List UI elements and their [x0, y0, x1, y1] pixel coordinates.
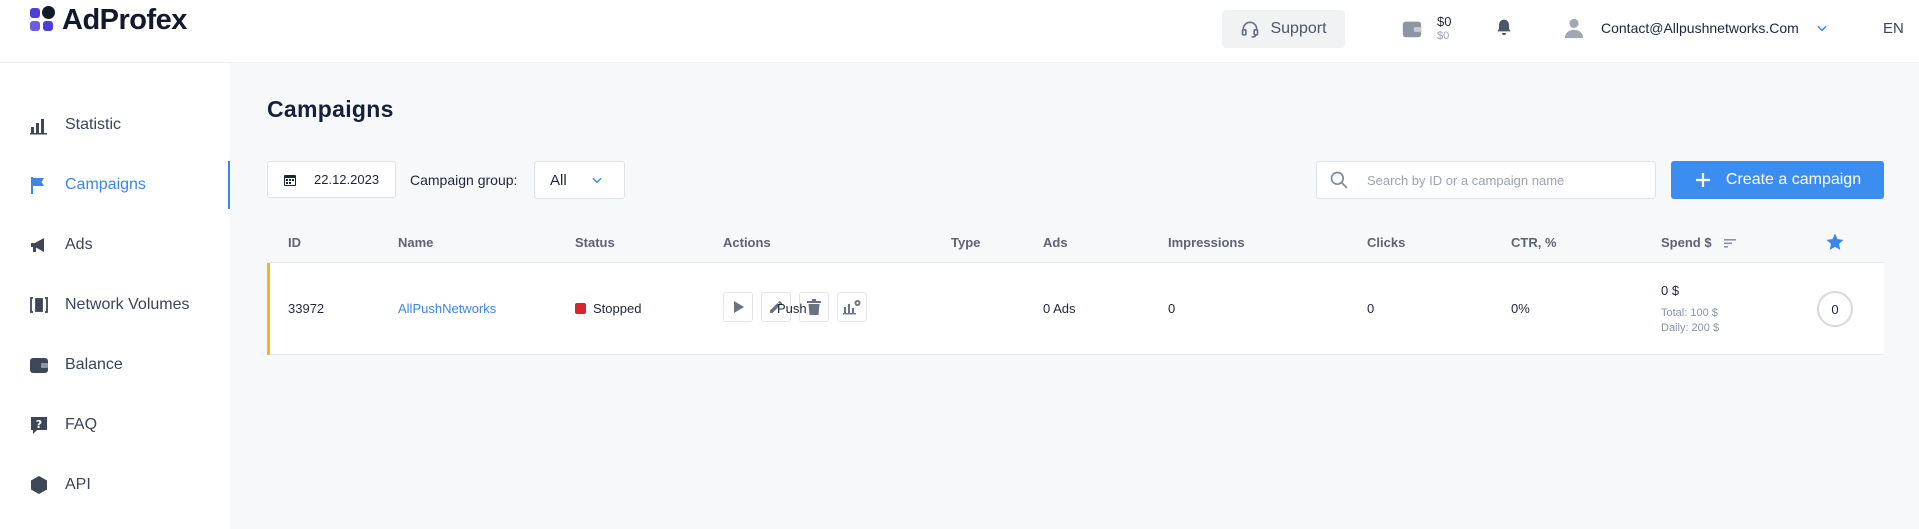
user-avatar-icon: [1564, 18, 1584, 39]
column-header-ctr[interactable]: CTR, %: [1511, 235, 1557, 250]
create-campaign-label: Create a campaign: [1725, 171, 1862, 188]
cell-ctr: 0%: [1511, 301, 1530, 316]
column-header-status[interactable]: Status: [575, 235, 615, 250]
date-picker[interactable]: 22.12.2023: [267, 161, 396, 198]
question-icon: ?: [29, 415, 49, 435]
sort-icon: [1723, 238, 1736, 248]
page-title: Campaigns: [267, 96, 394, 122]
cell-campaign-name-link[interactable]: AllPushNetworks: [398, 301, 496, 316]
cell-spend-daily: Daily: 200 $: [1661, 322, 1720, 334]
flag-icon: [29, 175, 49, 195]
campaign-group-label: Campaign group:: [410, 172, 518, 188]
wallet-icon: [1402, 21, 1422, 38]
plus-icon: [1695, 173, 1710, 187]
sidebar-item-label: Balance: [65, 356, 123, 373]
sidebar-item-statistic[interactable]: Statistic: [0, 101, 230, 149]
cell-status: Stopped: [575, 301, 641, 316]
chart-settings-icon: [843, 300, 861, 315]
logo[interactable]: AdProfex: [30, 5, 187, 35]
logo-text: AdProfex: [62, 4, 187, 36]
cell-impressions: 0: [1168, 301, 1176, 316]
cell-clicks: 0: [1367, 301, 1375, 316]
campaign-group-select[interactable]: All: [534, 161, 625, 199]
trash-icon: [807, 299, 821, 315]
balance-amount: $0: [1437, 14, 1452, 29]
search-input[interactable]: [1365, 171, 1635, 189]
cell-spend: 0 $: [1661, 283, 1680, 298]
play-icon: [734, 301, 744, 313]
megaphone-icon: [29, 235, 49, 255]
user-email: Contact@Allpushnetworks.Com: [1601, 20, 1799, 36]
column-header-impressions[interactable]: Impressions: [1168, 235, 1245, 250]
column-header-ads[interactable]: Ads: [1043, 235, 1068, 250]
logo-mark-icon: [30, 6, 58, 34]
status-stopped-indicator: [575, 303, 586, 314]
balance-sub-amount: $0: [1437, 30, 1450, 42]
calendar-icon: [284, 174, 296, 186]
cell-type: Push: [777, 301, 807, 316]
chevron-down-icon: [592, 177, 602, 184]
network-volumes-icon: [29, 295, 49, 315]
column-header-spend-label: Spend $: [1661, 235, 1712, 250]
sidebar-item-label: FAQ: [65, 416, 98, 433]
sidebar-item-label: Campaigns: [65, 176, 146, 193]
campaign-group-value: All: [550, 171, 567, 189]
language-switcher[interactable]: EN: [1883, 20, 1904, 37]
sidebar: Statistic Campaigns Ads Network Volumes …: [0, 63, 230, 529]
top-header: AdProfex Support $0 $0 Contact@Allpushne…: [0, 0, 1919, 63]
column-header-id[interactable]: ID: [288, 235, 301, 250]
sidebar-item-label: API: [65, 476, 91, 493]
statistics-button[interactable]: [837, 292, 867, 322]
date-value: 22.12.2023: [314, 172, 380, 187]
status-text: Stopped: [593, 301, 642, 316]
cell-ads: 0 Ads: [1043, 301, 1076, 316]
sidebar-item-network-volumes[interactable]: Network Volumes: [0, 281, 230, 329]
bar-chart-icon: [29, 115, 49, 135]
cell-id: 33972: [288, 301, 325, 316]
sidebar-item-label: Statistic: [65, 116, 122, 133]
headset-icon: [1242, 21, 1259, 38]
balance-widget[interactable]: $0 $0: [1401, 14, 1451, 44]
column-header-name[interactable]: Name: [398, 235, 433, 250]
favorite-toggle[interactable]: 0: [1817, 291, 1853, 327]
sidebar-item-ads[interactable]: Ads: [0, 221, 230, 269]
wallet-icon: [29, 355, 49, 375]
sidebar-item-label: Ads: [65, 236, 93, 253]
sidebar-item-balance[interactable]: Balance: [0, 341, 230, 389]
svg-text:?: ?: [36, 418, 42, 431]
api-icon: [29, 475, 49, 495]
column-header-clicks[interactable]: Clicks: [1367, 235, 1405, 250]
cell-spend-total: Total: 100 $: [1661, 307, 1718, 319]
favorites-header[interactable]: [1825, 232, 1845, 255]
support-label: Support: [1270, 20, 1327, 37]
notifications-button[interactable]: [1494, 18, 1514, 43]
bell-icon: [1497, 19, 1511, 36]
play-button[interactable]: [723, 292, 753, 322]
column-header-type[interactable]: Type: [951, 235, 980, 250]
user-menu[interactable]: Contact@Allpushnetworks.Com: [1563, 17, 1829, 39]
search-icon: [1330, 171, 1348, 189]
search-box[interactable]: [1316, 161, 1656, 199]
sidebar-item-label: Network Volumes: [65, 296, 190, 313]
column-header-actions: Actions: [723, 235, 771, 250]
sidebar-item-api[interactable]: API: [0, 461, 230, 509]
star-icon: [1826, 233, 1844, 250]
create-campaign-button[interactable]: Create a campaign: [1671, 161, 1884, 199]
table-row[interactable]: 33972 AllPushNetworks Stopped Push 0 Ads…: [267, 263, 1884, 355]
chevron-down-icon: [1817, 25, 1827, 32]
sidebar-item-faq[interactable]: ? FAQ: [0, 401, 230, 449]
sidebar-item-campaigns[interactable]: Campaigns: [0, 161, 230, 209]
column-header-spend[interactable]: Spend $: [1661, 235, 1736, 250]
support-button[interactable]: Support: [1222, 10, 1345, 48]
